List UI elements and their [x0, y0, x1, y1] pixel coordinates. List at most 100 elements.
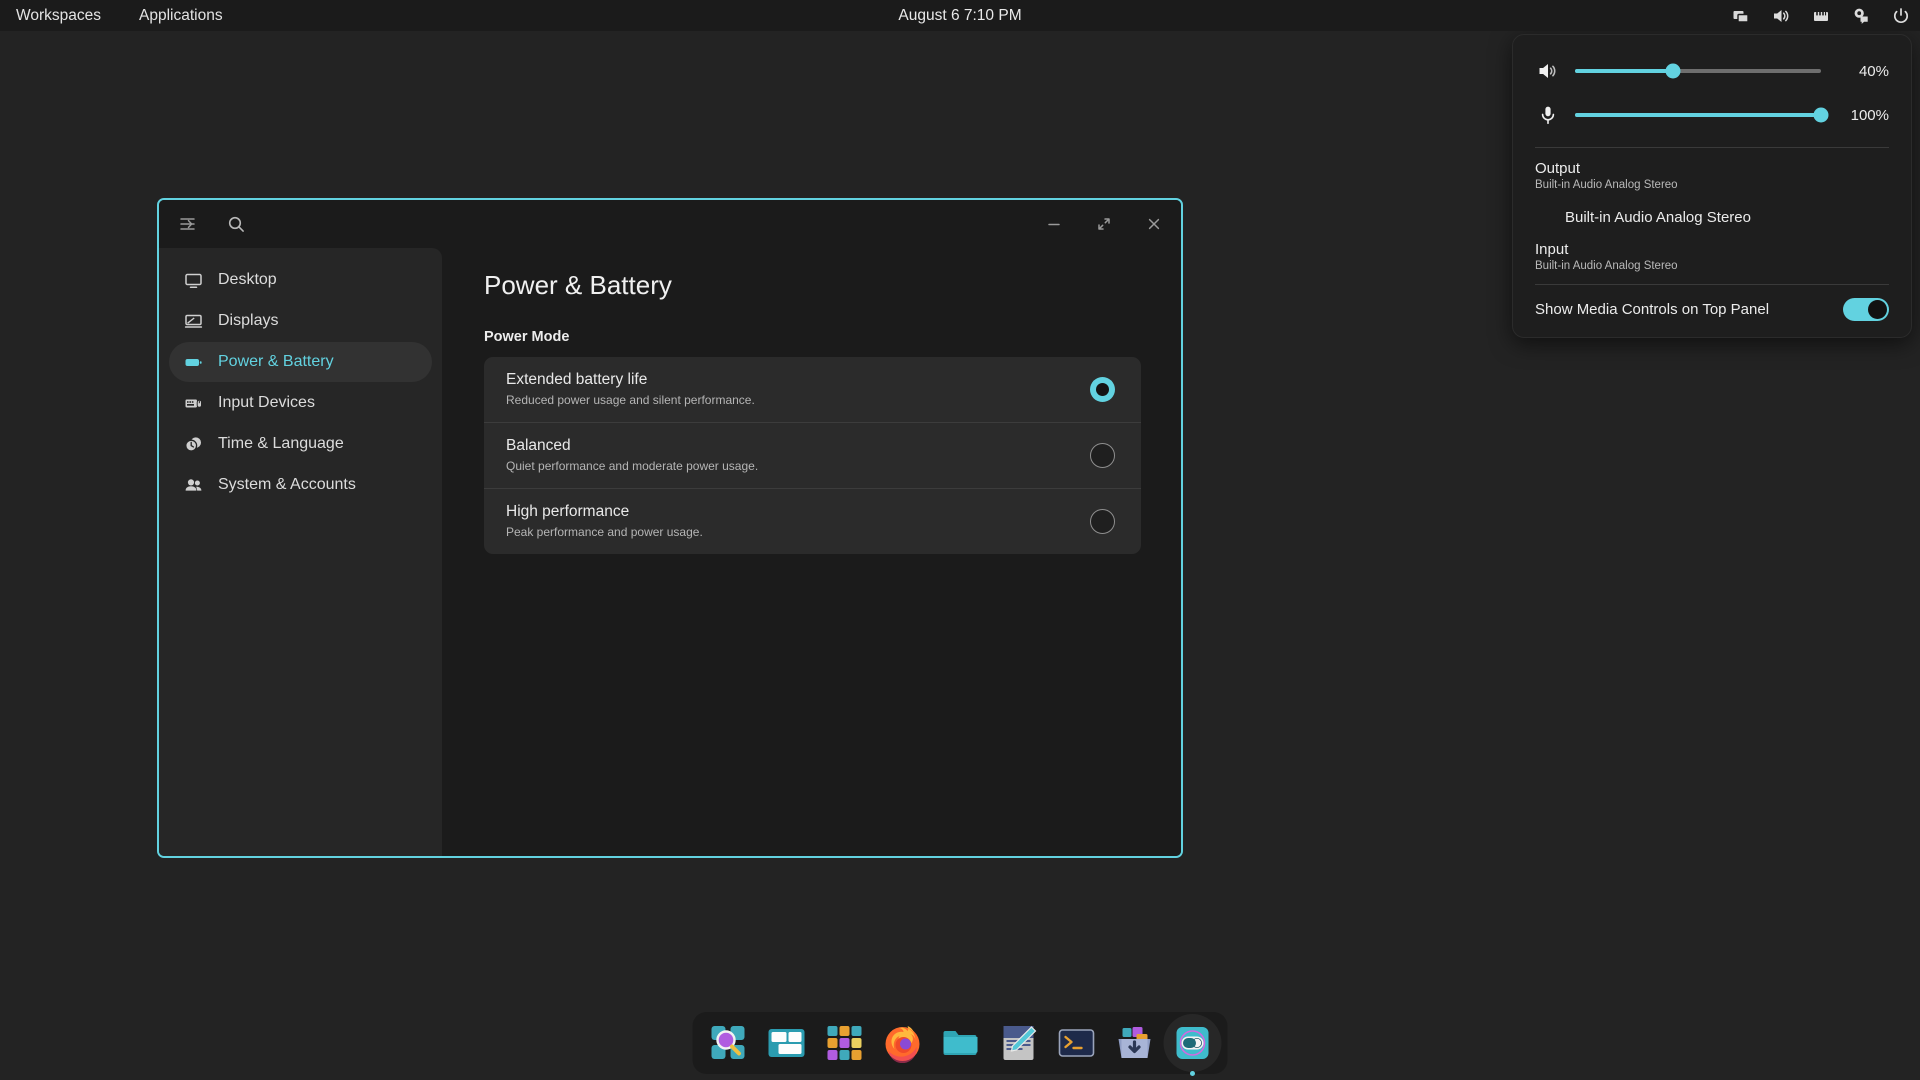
dock-item-settings[interactable] — [1163, 1014, 1221, 1076]
power-mode-option-balanced[interactable]: Balanced Quiet performance and moderate … — [484, 422, 1141, 488]
power-mode-description: Reduced power usage and silent performan… — [506, 393, 755, 407]
input-volume-value: 100% — [1850, 106, 1889, 124]
power-mode-label: Extended battery life — [506, 371, 648, 388]
volume-icon[interactable] — [1770, 5, 1792, 27]
dock-item-files[interactable] — [936, 1019, 985, 1068]
output-volume-row: 40% — [1535, 49, 1889, 93]
maximize-icon[interactable] — [1091, 211, 1117, 237]
minimize-icon[interactable] — [1041, 211, 1067, 237]
dock-item-window-overview[interactable] — [762, 1019, 811, 1068]
input-current-device: Built-in Audio Analog Stereo — [1535, 260, 1678, 272]
top-panel-left: Workspaces Applications — [0, 4, 229, 28]
dock-item-app-grid[interactable] — [820, 1019, 869, 1068]
battery-icon — [183, 352, 203, 372]
audio-popover: 40% 100% Output Built-in Audio Analog St… — [1512, 34, 1912, 338]
page-title: Power & Battery — [484, 270, 672, 300]
power-mode-radio-balanced[interactable] — [1090, 442, 1115, 468]
power-mode-description: Quiet performance and moderate power usa… — [506, 459, 759, 473]
titlebar-left-actions — [177, 213, 247, 235]
power-mode-radio-high-performance[interactable] — [1090, 508, 1115, 534]
microphone-icon — [1535, 104, 1561, 126]
speaker-icon — [1535, 60, 1561, 82]
clock-label[interactable]: August 6 7:10 PM — [0, 7, 1920, 25]
dock-item-app-search[interactable] — [704, 1019, 753, 1068]
keyboard-mouse-icon — [183, 393, 203, 413]
dock-item-firefox[interactable] — [878, 1019, 927, 1068]
display-icon — [183, 311, 203, 331]
sidebar-item-label: System & Accounts — [218, 476, 356, 493]
sidebar-item-system-accounts[interactable]: System & Accounts — [169, 465, 432, 505]
output-device-option[interactable]: Built-in Audio Analog Stereo — [1535, 200, 1889, 235]
text-editor-icon — [1003, 1026, 1036, 1060]
dock-item-text-editor[interactable] — [994, 1019, 1043, 1068]
settings-icon — [1176, 1027, 1208, 1059]
output-volume-slider[interactable] — [1575, 63, 1821, 79]
workspaces-button[interactable]: Workspaces — [10, 4, 107, 28]
firefox-icon — [885, 1026, 919, 1063]
media-controls-row: Show Media Controls on Top Panel — [1535, 284, 1889, 321]
input-volume-row: 100% — [1535, 93, 1889, 137]
people-icon — [183, 475, 203, 495]
window-controls — [1041, 200, 1167, 248]
window-body: Desktop Displays Power & Battery Input D… — [159, 248, 1181, 856]
dock — [692, 1012, 1228, 1076]
power-mode-label: High performance — [506, 503, 630, 520]
notifications-icon[interactable] — [1850, 5, 1872, 27]
top-panel: Workspaces Applications August 6 7:10 PM — [0, 0, 1920, 31]
audio-divider — [1535, 147, 1889, 148]
power-icon[interactable] — [1890, 5, 1912, 27]
sidebar-item-label: Time & Language — [218, 435, 344, 452]
media-controls-toggle[interactable] — [1843, 298, 1889, 321]
input-section: Input Built-in Audio Analog Stereo — [1535, 241, 1889, 272]
power-mode-option-extended[interactable]: Extended battery life Reduced power usag… — [484, 357, 1141, 422]
close-icon[interactable] — [1141, 211, 1167, 237]
output-volume-value: 40% — [1858, 62, 1889, 80]
settings-content: Power & Battery Power Mode Extended batt… — [442, 248, 1181, 856]
output-section: Output Built-in Audio Analog Stereo — [1535, 160, 1889, 191]
clock-globe-icon — [183, 434, 203, 454]
power-mode-description: Peak performance and power usage. — [506, 525, 703, 539]
sidebar-item-label: Desktop — [218, 271, 277, 288]
sidebar-item-desktop[interactable]: Desktop — [169, 260, 432, 300]
settings-window: Desktop Displays Power & Battery Input D… — [157, 198, 1183, 858]
monitor-icon — [183, 270, 203, 290]
files-icon — [943, 1031, 977, 1055]
power-mode-group-title: Power Mode — [484, 329, 570, 345]
terminal-icon — [1058, 1029, 1094, 1057]
sidebar-item-time-language[interactable]: Time & Language — [169, 424, 432, 464]
applications-button[interactable]: Applications — [133, 4, 229, 28]
power-mode-option-high-performance[interactable]: High performance Peak performance and po… — [484, 488, 1141, 554]
power-mode-text: Extended battery life Reduced power usag… — [506, 371, 755, 407]
sidebar-collapse-icon[interactable] — [177, 213, 199, 235]
search-icon[interactable] — [225, 213, 247, 235]
sidebar-item-power-battery[interactable]: Power & Battery — [169, 342, 432, 382]
media-controls-label: Show Media Controls on Top Panel — [1535, 301, 1770, 318]
top-panel-tray — [1730, 0, 1912, 31]
sidebar-item-label: Power & Battery — [218, 353, 334, 370]
power-mode-text: High performance Peak performance and po… — [506, 503, 703, 539]
window-titlebar[interactable] — [159, 200, 1181, 248]
dock-item-software-installer[interactable] — [1110, 1019, 1159, 1068]
sidebar-item-input-devices[interactable]: Input Devices — [169, 383, 432, 423]
sidebar-item-label: Displays — [218, 312, 279, 329]
power-mode-text: Balanced Quiet performance and moderate … — [506, 437, 758, 473]
input-section-title: Input — [1535, 241, 1569, 258]
power-mode-card: Extended battery life Reduced power usag… — [484, 357, 1141, 554]
network-icon[interactable] — [1810, 5, 1832, 27]
app-grid-icon — [827, 1026, 861, 1060]
dock-item-terminal[interactable] — [1052, 1019, 1101, 1068]
app-search-icon — [711, 1026, 744, 1059]
power-mode-label: Balanced — [506, 437, 571, 454]
sidebar-item-label: Input Devices — [218, 394, 315, 411]
window-overview-icon — [768, 1029, 804, 1057]
output-current-device: Built-in Audio Analog Stereo — [1535, 179, 1678, 191]
display-windows-icon[interactable] — [1730, 5, 1752, 27]
sidebar-item-displays[interactable]: Displays — [169, 301, 432, 341]
power-mode-radio-extended[interactable] — [1090, 376, 1115, 402]
running-indicator-dot — [1189, 1070, 1195, 1076]
settings-sidebar: Desktop Displays Power & Battery Input D… — [159, 248, 442, 856]
software-installer-icon — [1118, 1027, 1150, 1058]
output-section-title: Output — [1535, 160, 1581, 177]
desktop-screen: Workspaces Applications August 6 7:10 PM — [0, 0, 1920, 1080]
input-volume-slider[interactable] — [1575, 107, 1829, 123]
